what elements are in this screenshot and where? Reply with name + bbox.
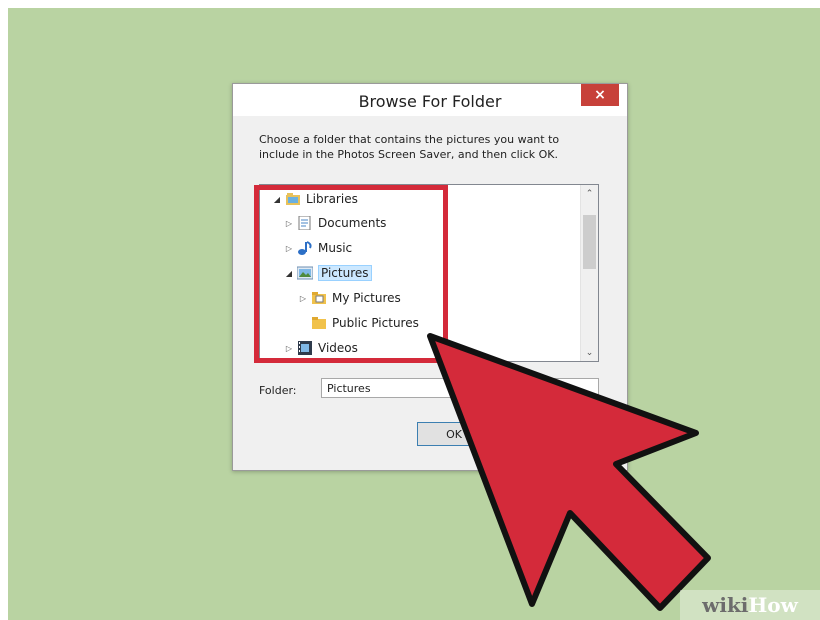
background: Browse For Folder × Choose a folder that… xyxy=(8,8,820,620)
dialog-title: Browse For Folder xyxy=(358,92,502,111)
dialog-description: Choose a folder that contains the pictur… xyxy=(259,133,560,161)
folder-label: Folder: xyxy=(259,384,297,397)
scroll-thumb[interactable] xyxy=(583,215,596,269)
scroll-up-icon[interactable]: ⌃ xyxy=(581,185,598,202)
wikihow-watermark: wiki How xyxy=(680,590,820,620)
cursor-arrow-icon xyxy=(427,333,711,611)
title-bar: Browse For Folder × xyxy=(233,84,627,116)
close-button[interactable]: × xyxy=(581,84,619,106)
